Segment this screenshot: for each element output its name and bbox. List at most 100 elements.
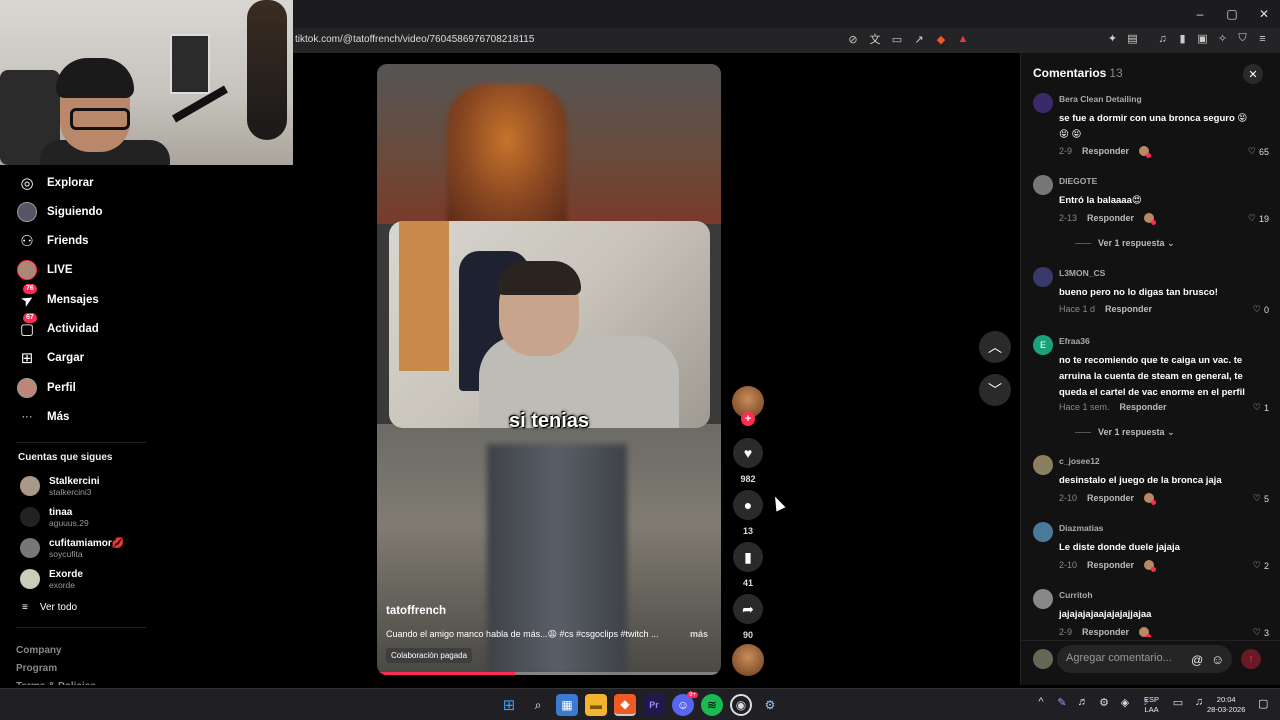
following-account[interactable]: tinaa aguuus.29: [20, 503, 89, 531]
reply-button[interactable]: Responder: [1105, 304, 1152, 314]
file-explorer-icon[interactable]: ▬: [585, 694, 607, 716]
discord-icon[interactable]: ☺ 9+: [672, 692, 698, 716]
comment-like-button[interactable]: ♡ 0: [1253, 304, 1269, 315]
premiere-icon[interactable]: Pr: [643, 694, 665, 716]
pen-icon[interactable]: ✎: [1056, 696, 1068, 709]
sound-avatar[interactable]: [732, 644, 764, 676]
see-all-link[interactable]: ≡ Ver todo: [22, 602, 77, 613]
view-replies-button[interactable]: Ver 1 respuesta ⌄: [1075, 238, 1175, 249]
share-button[interactable]: ➦: [733, 594, 763, 624]
post-comment-button[interactable]: ↑: [1241, 649, 1261, 669]
avatar[interactable]: [1033, 175, 1053, 195]
close-window-button[interactable]: ✕: [1248, 0, 1280, 28]
video-progress-bar[interactable]: [377, 672, 721, 675]
comment-like-button[interactable]: ♡ 2: [1253, 560, 1269, 571]
avatar[interactable]: [1033, 589, 1053, 609]
sidebar-item-friends[interactable]: ⚇ Friends: [17, 228, 88, 254]
sidebar-toggle-icon[interactable]: ▮: [1176, 32, 1189, 45]
mention-icon[interactable]: @: [1191, 653, 1203, 667]
following-account[interactable]: Exorde exorde: [20, 565, 83, 593]
avatar[interactable]: [1033, 455, 1053, 475]
gallery-icon[interactable]: ▦: [556, 694, 578, 716]
music-icon[interactable]: ♫: [1156, 32, 1169, 45]
network-volume-tray[interactable]: ▭ ♫: [1172, 696, 1205, 709]
save-button[interactable]: ▮: [733, 542, 763, 572]
comment-like-button[interactable]: ♡ 1: [1253, 402, 1269, 413]
notification-icon[interactable]: ▢: [1258, 697, 1268, 710]
avatar[interactable]: [1033, 522, 1053, 542]
search-icon[interactable]: ⌕: [527, 694, 549, 716]
sidebar-item-mensajes[interactable]: ➤ 76 Mensajes: [17, 284, 99, 313]
comment-like-button[interactable]: ♡ 19: [1248, 213, 1269, 224]
chevron-up-icon[interactable]: ^: [1035, 696, 1047, 709]
start-icon[interactable]: ⊞: [498, 694, 520, 716]
wallet-icon[interactable]: ▣: [1196, 32, 1209, 45]
reply-button[interactable]: Responder: [1087, 493, 1134, 503]
sidebar-item-cargar[interactable]: ⊞ Cargar: [17, 345, 84, 371]
obs-icon[interactable]: ◉: [730, 694, 752, 716]
reader-icon[interactable]: ▤: [1126, 32, 1139, 45]
view-replies-button[interactable]: Ver 1 respuesta ⌄: [1075, 427, 1175, 438]
vpn-icon[interactable]: ⛉: [1236, 32, 1249, 45]
video-player[interactable]: si tenias tatoffrench Cuando el amigo ma…: [377, 64, 721, 675]
share-icon[interactable]: ↗: [912, 32, 926, 46]
reply-button[interactable]: Responder: [1082, 627, 1129, 637]
no-tracking-icon[interactable]: ⊘: [846, 32, 860, 46]
avatar[interactable]: [1033, 267, 1053, 287]
comment-user[interactable]: Bera Clean Detailing: [1059, 94, 1142, 104]
close-comments-button[interactable]: ✕: [1243, 64, 1263, 84]
footer-link-company[interactable]: Company: [16, 645, 62, 656]
comment-user[interactable]: L3MON_CS: [1059, 268, 1105, 278]
reply-button[interactable]: Responder: [1120, 402, 1167, 412]
previous-video-button[interactable]: ︿: [979, 331, 1011, 363]
comment-like-button[interactable]: ♡ 65: [1248, 146, 1269, 157]
sidebar-item-actividad[interactable]: ▢ 67 Actividad: [17, 313, 99, 342]
url-text[interactable]: tiktok.com/@tatoffrench/video/7604586976…: [295, 34, 534, 45]
maximize-button[interactable]: ▢: [1216, 0, 1248, 28]
follow-plus-button[interactable]: +: [741, 412, 755, 426]
following-account[interactable]: cufitamiamor💋 soycufita: [20, 534, 124, 562]
extensions-icon[interactable]: ✦: [1106, 32, 1119, 45]
brave-rewards-icon[interactable]: ▲: [956, 32, 970, 46]
following-account[interactable]: Stalkercini stalkercini3: [20, 472, 100, 500]
headphones-icon[interactable]: ♬: [1077, 696, 1089, 709]
comment-user[interactable]: Diazmatias: [1059, 523, 1103, 533]
translate-icon[interactable]: 文: [868, 32, 882, 46]
avatar[interactable]: E: [1033, 335, 1053, 355]
comment-user[interactable]: Curritoh: [1059, 590, 1093, 600]
reply-button[interactable]: Responder: [1087, 213, 1134, 223]
comment-like-button[interactable]: ♡ 3: [1253, 627, 1269, 637]
more-button[interactable]: más: [690, 629, 708, 639]
steam-icon[interactable]: ⚙: [759, 694, 781, 716]
brave-browser-icon[interactable]: ◆: [614, 694, 636, 716]
comment-user[interactable]: c_josee12: [1059, 456, 1100, 466]
comment-input[interactable]: Agregar comentario...: [1057, 645, 1232, 673]
next-video-button[interactable]: ﹀: [979, 374, 1011, 406]
like-button[interactable]: ♥: [733, 438, 763, 468]
avatar[interactable]: [1033, 93, 1053, 113]
minimize-button[interactable]: –: [1184, 0, 1216, 28]
sidebar-item-siguiendo[interactable]: Siguiendo: [17, 199, 103, 225]
app-tray-icon[interactable]: ◈: [1119, 696, 1131, 709]
reply-button[interactable]: Responder: [1082, 146, 1129, 156]
ai-icon[interactable]: ✧: [1216, 32, 1229, 45]
cast-icon[interactable]: ▭: [890, 32, 904, 46]
footer-link-program[interactable]: Program: [16, 663, 57, 674]
sidebar-item-perfil[interactable]: Perfil: [17, 375, 76, 401]
footer-link-terms[interactable]: Terms & Policies: [16, 681, 96, 685]
sidebar-item-mas[interactable]: ··· Más: [17, 404, 70, 430]
comment-user[interactable]: DIEGOTE: [1059, 176, 1097, 186]
spotify-icon[interactable]: ≋: [701, 694, 723, 716]
menu-icon[interactable]: ≡: [1256, 32, 1269, 45]
emoji-icon[interactable]: ☺: [1211, 652, 1224, 667]
language-indicator[interactable]: ESP LAA: [1144, 695, 1159, 715]
reply-button[interactable]: Responder: [1087, 560, 1134, 570]
sidebar-item-explorar[interactable]: ◎ Explorar: [17, 170, 93, 196]
sidebar-item-live[interactable]: LIVE: [17, 257, 73, 283]
brave-shield-icon[interactable]: ◆: [934, 32, 948, 46]
steam-tray-icon[interactable]: ⚙: [1098, 696, 1110, 709]
video-username[interactable]: tatoffrench: [386, 605, 446, 617]
comment-button[interactable]: ●: [733, 490, 763, 520]
comment-like-button[interactable]: ♡ 5: [1253, 493, 1269, 504]
clock[interactable]: 20:04 28-03-2026: [1207, 695, 1245, 715]
